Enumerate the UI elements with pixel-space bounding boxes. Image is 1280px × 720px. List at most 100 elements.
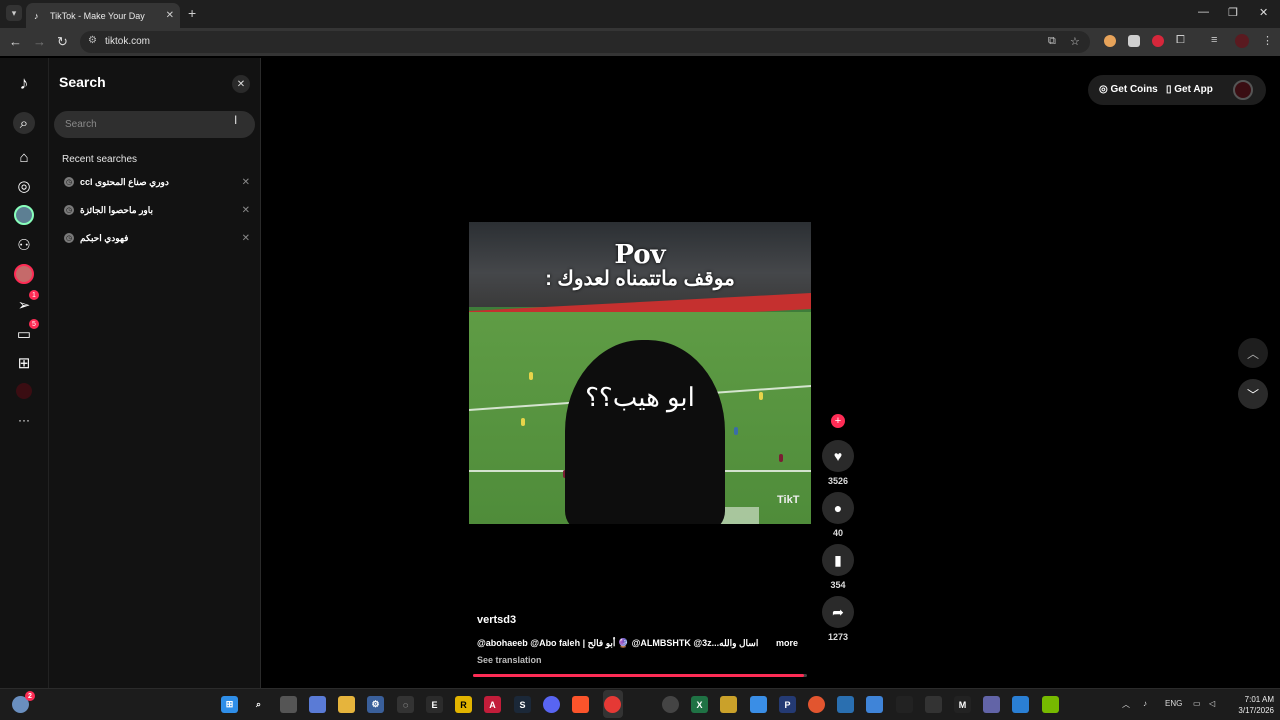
share-arrow-icon[interactable]: ➦ xyxy=(822,596,854,628)
app-red-icon[interactable]: A xyxy=(484,696,501,713)
previous-video-chevron-up-icon[interactable]: ︿ xyxy=(1238,338,1268,368)
profile-avatar-icon[interactable] xyxy=(1235,34,1249,48)
app-blue-icon[interactable] xyxy=(1012,696,1029,713)
new-tab-button[interactable]: + xyxy=(188,5,196,21)
app-dark-icon[interactable] xyxy=(896,696,913,713)
site-info-icon[interactable]: ⚙ xyxy=(88,35,97,46)
back-arrow-icon[interactable]: ← xyxy=(9,34,22,50)
address-bar[interactable]: ⚙ tiktok.com ⧉ ☆ xyxy=(80,31,1090,53)
notepad-icon[interactable] xyxy=(866,696,883,713)
microphone-icon[interactable]: ♪ xyxy=(1143,699,1147,708)
app-icon[interactable]: ◌ xyxy=(397,696,414,713)
tiktok-logo-icon[interactable]: ♪ xyxy=(13,72,35,94)
see-translation-link[interactable]: See translation xyxy=(477,655,542,665)
excel-icon[interactable]: X xyxy=(691,696,708,713)
follow-button[interactable]: + xyxy=(831,414,845,428)
recent-search-item[interactable]: ◷ باور ماحصوا الجائزة ✕ xyxy=(64,201,250,219)
bookmark-icon[interactable]: ▮ xyxy=(822,544,854,576)
next-video-chevron-down-icon[interactable]: ﹀ xyxy=(1238,379,1268,409)
messages-icon[interactable]: ▭ 5 xyxy=(13,319,39,345)
app-blue-icon[interactable] xyxy=(837,696,854,713)
video-player[interactable]: Pov موقف ماتتمناه لعدوك : ابو هيب؟؟ TikT xyxy=(469,222,811,524)
restore-button[interactable]: ❐ xyxy=(1228,6,1238,19)
comment-icon[interactable]: ● xyxy=(822,492,854,524)
profile-avatar[interactable] xyxy=(16,383,32,399)
upload-icon[interactable]: ⊞ xyxy=(13,352,35,374)
extension-1-icon[interactable] xyxy=(1104,35,1116,47)
tiktok-nav-rail: ♪ ⌕ ⌂ ◎ ⚇ ➢ 1 ▭ 5 ⊞ ··· xyxy=(0,58,49,688)
browser-toolbar: ← → ↻ ⚙ tiktok.com ⧉ ☆ ⧠ ≡ ⋮ xyxy=(0,28,1280,56)
live-avatar[interactable] xyxy=(14,264,34,284)
copilot-icon[interactable] xyxy=(309,696,326,713)
more-button[interactable]: more xyxy=(776,638,798,648)
system-clock[interactable]: 7:01 AM 3/17/2026 xyxy=(1226,694,1274,716)
tray-chevron-up-icon[interactable]: ︿ xyxy=(1122,699,1130,710)
browser-menu-icon[interactable]: ⋮ xyxy=(1262,34,1273,47)
search-input[interactable] xyxy=(54,111,255,138)
minimize-button[interactable]: — xyxy=(1198,6,1209,18)
following-avatar[interactable] xyxy=(14,205,34,225)
teams-icon[interactable] xyxy=(983,696,1000,713)
clock-icon: ◷ xyxy=(64,233,74,243)
author-name[interactable]: vertsd3 xyxy=(477,614,516,626)
app-orange-icon[interactable] xyxy=(808,696,825,713)
friends-icon[interactable]: ⚇ xyxy=(13,234,35,256)
get-coins-button[interactable]: ◎ Get Coins xyxy=(1099,84,1158,95)
volume-icon[interactable]: ◁ xyxy=(1209,699,1215,708)
taskbar-search-icon[interactable]: ⌕ xyxy=(250,696,267,713)
app-icon[interactable] xyxy=(662,696,679,713)
weather-icon[interactable]: 2 xyxy=(12,691,35,713)
explore-compass-icon[interactable]: ◎ xyxy=(13,175,35,197)
task-view-icon[interactable] xyxy=(280,696,297,713)
install-app-icon[interactable]: ⧉ xyxy=(1048,35,1056,48)
recent-search-item[interactable]: ◷ فهودي احبكم ✕ xyxy=(64,229,250,247)
remove-icon[interactable]: ✕ xyxy=(242,177,250,188)
remove-icon[interactable]: ✕ xyxy=(242,233,250,244)
more-icon[interactable]: ··· xyxy=(13,409,35,431)
search-icon[interactable]: ⌕ xyxy=(13,112,35,134)
brave-icon[interactable] xyxy=(572,696,589,713)
reading-list-icon[interactable]: ≡ xyxy=(1211,34,1217,46)
video-progress-bar[interactable] xyxy=(473,674,807,677)
nvidia-icon[interactable] xyxy=(1042,696,1059,713)
address-url: tiktok.com xyxy=(105,36,151,47)
photoshop-icon[interactable]: P xyxy=(779,696,796,713)
settings-gear-icon[interactable]: ⚙ xyxy=(367,696,384,713)
tab-close-icon[interactable]: ✕ xyxy=(166,10,174,21)
get-app-button[interactable]: ▯ Get App xyxy=(1166,84,1213,95)
inbox-paper-plane-icon[interactable]: ➢ 1 xyxy=(13,290,39,316)
reload-icon[interactable]: ↻ xyxy=(57,34,68,50)
recent-search-item[interactable]: ◷ ccl دوري صناع المحتوى ✕ xyxy=(64,173,250,191)
app-yellow-icon[interactable] xyxy=(720,696,737,713)
file-explorer-icon[interactable] xyxy=(338,696,355,713)
share-count: 1273 xyxy=(827,632,849,642)
clock-date: 3/17/2026 xyxy=(1238,706,1274,715)
discord-icon[interactable] xyxy=(543,696,560,713)
rockstar-icon[interactable]: R xyxy=(455,696,472,713)
tab-tiktok[interactable]: ♪ TikTok - Make Your Day ✕ xyxy=(26,3,180,28)
photos-icon[interactable] xyxy=(750,696,767,713)
user-avatar[interactable] xyxy=(1233,80,1253,100)
recent-search-text: باور ماحصوا الجائزة xyxy=(80,204,154,215)
remove-icon[interactable]: ✕ xyxy=(242,205,250,216)
home-icon[interactable]: ⌂ xyxy=(13,146,35,168)
epic-games-icon[interactable]: E xyxy=(426,696,443,713)
shield-extension-icon[interactable] xyxy=(1128,35,1140,47)
player xyxy=(779,454,783,462)
extension-red-icon[interactable] xyxy=(1152,35,1164,47)
bookmark-star-icon[interactable]: ☆ xyxy=(1070,35,1080,48)
tab-search-icon[interactable]: ▾ xyxy=(6,5,22,21)
chrome-icon[interactable] xyxy=(604,696,621,713)
steam-icon[interactable]: S xyxy=(514,696,531,713)
extensions-puzzle-icon[interactable]: ⧠ xyxy=(1176,34,1185,47)
start-windows-icon[interactable]: ⊞ xyxy=(221,696,238,713)
messages-badge: 5 xyxy=(29,319,39,329)
like-heart-icon[interactable]: ♥ xyxy=(822,440,854,472)
network-icon[interactable]: ▭ xyxy=(1193,699,1201,708)
forward-arrow-icon[interactable]: → xyxy=(33,34,46,50)
language-indicator[interactable]: ENG xyxy=(1165,699,1182,708)
app-icon[interactable]: M xyxy=(954,696,971,713)
close-icon[interactable]: ✕ xyxy=(232,75,250,93)
app-icon[interactable] xyxy=(925,696,942,713)
close-window-button[interactable]: ✕ xyxy=(1259,6,1268,19)
